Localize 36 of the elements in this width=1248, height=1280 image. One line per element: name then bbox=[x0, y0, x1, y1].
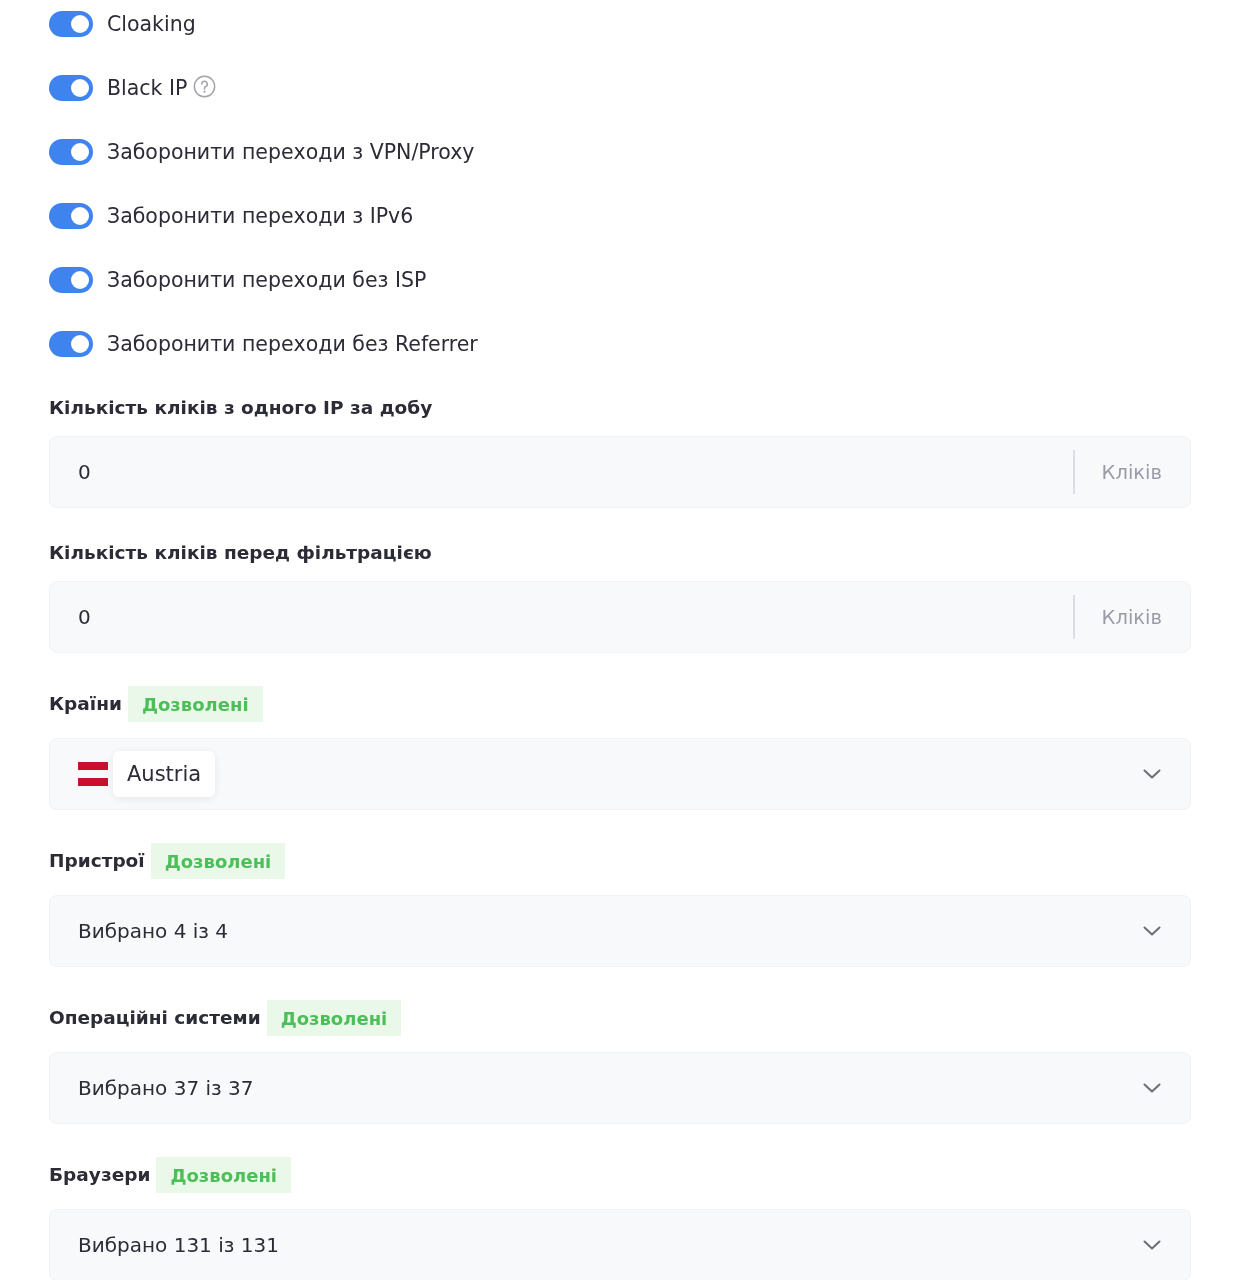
toggle-switch[interactable] bbox=[49, 203, 93, 229]
status-badge: Дозволені bbox=[156, 1157, 291, 1193]
toggle-switch[interactable] bbox=[49, 75, 93, 101]
number-input[interactable]: 0 Кліків bbox=[49, 436, 1191, 508]
toggle-label: Заборонити переходи без Referrer bbox=[107, 331, 478, 357]
toggle-switch[interactable] bbox=[49, 331, 93, 357]
unit-label: Кліків bbox=[1101, 605, 1162, 629]
select-field[interactable]: Вибрано 37 із 37 bbox=[49, 1052, 1191, 1124]
toggle-label: Cloaking bbox=[107, 11, 196, 37]
toggle-switch[interactable] bbox=[49, 267, 93, 293]
field-label: Кількість кліків перед фільтрацією bbox=[49, 541, 432, 565]
toggle-switch[interactable] bbox=[49, 11, 93, 37]
flag-icon bbox=[78, 762, 108, 786]
status-badge: Дозволені bbox=[127, 686, 263, 722]
toggle-label: Заборонити переходи з VPN/Proxy bbox=[107, 139, 475, 165]
chevron-down-icon bbox=[1143, 1240, 1161, 1250]
chevron-down-icon bbox=[1143, 769, 1161, 779]
field-label: Пристрої bbox=[49, 849, 145, 873]
select-field[interactable]: Вибрано 4 із 4 bbox=[49, 895, 1191, 967]
chevron-down-icon bbox=[1143, 926, 1161, 936]
select-field[interactable]: Austria bbox=[49, 738, 1191, 810]
toggle-label: Заборонити переходи з IPv6 bbox=[107, 203, 414, 229]
number-input[interactable]: 0 Кліків bbox=[49, 581, 1191, 653]
toggle-label: Black IP bbox=[107, 75, 188, 101]
field-label: Браузери bbox=[49, 1163, 151, 1187]
chevron-down-icon bbox=[1143, 1083, 1161, 1093]
status-badge: Дозволені bbox=[150, 843, 286, 879]
unit-label: Кліків bbox=[1101, 460, 1162, 484]
country-chip[interactable]: Austria bbox=[113, 751, 216, 797]
field-label: Кількість кліків з одного IP за добу bbox=[49, 396, 433, 420]
field-label: Операційні системи bbox=[49, 1006, 261, 1030]
select-field[interactable]: Вибрано 131 із 131 bbox=[49, 1209, 1191, 1280]
toggle-switch[interactable] bbox=[49, 139, 93, 165]
field-label: Країни bbox=[49, 692, 122, 716]
toggle-label: Заборонити переходи без ISP bbox=[107, 267, 427, 293]
status-badge: Дозволені bbox=[266, 1000, 402, 1036]
